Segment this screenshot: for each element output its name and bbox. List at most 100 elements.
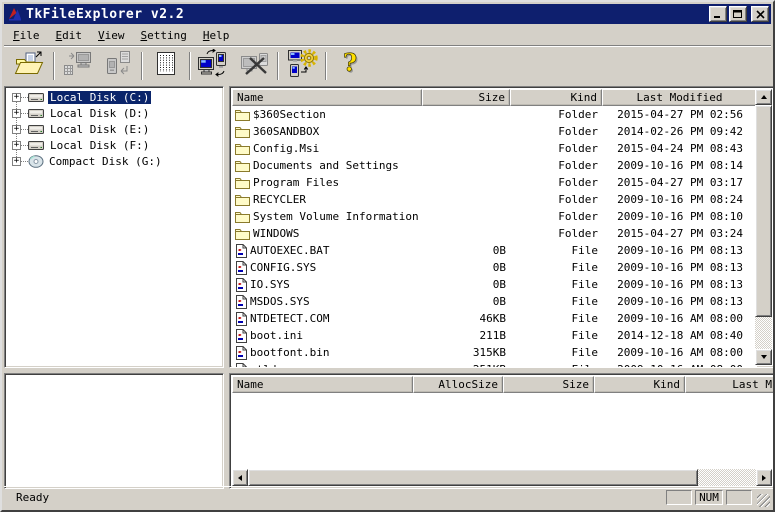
column-header-name[interactable]: Name — [232, 376, 413, 393]
file-row[interactable]: WINDOWSFolder2015-04-27 PM 03:24 — [232, 225, 757, 242]
folder-icon — [235, 142, 250, 155]
file-list-body[interactable]: $360SectionFolder2015-04-27 PM 02:56360S… — [232, 106, 757, 367]
file-row[interactable]: Program FilesFolder2015-04-27 PM 03:17 — [232, 174, 757, 191]
file-modified: 2009-10-16 PM 08:14 — [602, 159, 757, 172]
scroll-track[interactable] — [248, 469, 756, 486]
file-row[interactable]: Documents and SettingsFolder2009-10-16 P… — [232, 157, 757, 174]
resize-grip-icon[interactable] — [757, 494, 770, 507]
device-tree-panel[interactable] — [4, 373, 224, 489]
send-to-pc-button[interactable] — [58, 49, 98, 83]
minimize-button[interactable] — [709, 6, 727, 22]
file-modified: 2014-02-26 PM 09:42 — [602, 125, 757, 138]
tree-connector — [21, 97, 28, 98]
receive-from-device-button[interactable] — [98, 49, 138, 83]
column-header-last-modified[interactable]: Last Modified — [602, 89, 757, 106]
column-header-size[interactable]: Size — [422, 89, 510, 106]
maximize-button[interactable] — [729, 6, 747, 22]
expand-plus-icon[interactable]: + — [12, 109, 21, 118]
toolbar-separator — [53, 52, 55, 80]
column-header-kind[interactable]: Kind — [510, 89, 602, 106]
menu-file[interactable]: File — [5, 27, 48, 44]
file-kind: Folder — [510, 142, 602, 155]
file-icon — [235, 363, 247, 368]
connect-device-button[interactable] — [194, 49, 234, 83]
file-icon — [235, 329, 247, 343]
file-row[interactable]: NTDETECT.COM46KBFile2009-10-16 AM 08:00 — [232, 310, 757, 327]
local-drive-tree-panel[interactable]: +Local Disk (C:)+Local Disk (D:)+Local D… — [4, 86, 224, 368]
expand-plus-icon[interactable]: + — [12, 125, 21, 134]
file-name-cell: MSDOS.SYS — [232, 295, 422, 309]
file-row[interactable]: $360SectionFolder2015-04-27 PM 02:56 — [232, 106, 757, 123]
device-file-list-panel[interactable]: NameAllocSizeSizeKindLast M — [229, 373, 775, 489]
menu-help[interactable]: Help — [195, 27, 238, 44]
window-title: TkFileExplorer v2.2 — [26, 7, 707, 22]
close-button[interactable] — [751, 6, 769, 22]
file-row[interactable]: boot.ini211BFile2014-12-18 AM 08:40 — [232, 327, 757, 344]
local-file-list-panel[interactable]: NameSizeKindLast Modified $360SectionFol… — [229, 86, 775, 368]
file-kind: File — [510, 261, 602, 274]
tree-item-local-disk-f[interactable]: +Local Disk (F:) — [12, 137, 221, 153]
tree-connector — [21, 145, 28, 146]
file-row[interactable]: AUTOEXEC.BAT0BFile2009-10-16 PM 08:13 — [232, 242, 757, 259]
file-size: 0B — [422, 295, 510, 308]
file-row[interactable]: System Volume InformationFolder2009-10-1… — [232, 208, 757, 225]
file-modified: 2014-12-18 AM 08:40 — [602, 329, 757, 342]
disconnect-device-button[interactable] — [234, 49, 274, 83]
file-row[interactable]: bootfont.bin315KBFile2009-10-16 AM 08:00 — [232, 344, 757, 361]
tree-item-local-disk-c[interactable]: +Local Disk (C:) — [12, 89, 221, 105]
scroll-thumb[interactable] — [248, 469, 698, 486]
file-name-cell: Documents and Settings — [232, 159, 422, 172]
folder-icon — [235, 176, 250, 189]
help-button[interactable]: ?? — [330, 49, 370, 83]
expand-plus-icon[interactable]: + — [12, 157, 21, 166]
disk-drive-icon — [28, 139, 45, 151]
scroll-thumb[interactable] — [755, 105, 772, 317]
scroll-down-button[interactable] — [755, 349, 772, 365]
file-row[interactable]: RECYCLERFolder2009-10-16 PM 08:24 — [232, 191, 757, 208]
column-header-kind[interactable]: Kind — [594, 376, 685, 393]
column-header-name[interactable]: Name — [232, 89, 422, 106]
svg-text:?: ? — [343, 50, 357, 77]
toolbar-separator — [325, 52, 327, 80]
open-folder-icon — [14, 50, 46, 81]
column-header-last-m[interactable]: Last M — [685, 376, 775, 393]
file-icon — [235, 312, 247, 326]
expand-plus-icon[interactable]: + — [12, 141, 21, 150]
title-bar[interactable]: TkFileExplorer v2.2 — [4, 4, 771, 24]
file-row[interactable]: Config.MsiFolder2015-04-24 PM 08:43 — [232, 140, 757, 157]
open-folder-button[interactable] — [10, 49, 50, 83]
tree-item-compact-disk-g[interactable]: +Compact Disk (G:) — [12, 153, 221, 169]
scroll-track[interactable] — [755, 105, 772, 349]
menu-setting[interactable]: Setting — [133, 27, 195, 44]
file-row[interactable]: ntldr251KBFile2009-10-16 AM 08:00 — [232, 361, 757, 367]
scroll-up-button[interactable] — [755, 89, 772, 105]
file-kind: Folder — [510, 193, 602, 206]
file-row[interactable]: MSDOS.SYS0BFile2009-10-16 PM 08:13 — [232, 293, 757, 310]
column-header-allocsize[interactable]: AllocSize — [413, 376, 503, 393]
list-view-button[interactable] — [146, 49, 186, 83]
scroll-right-button[interactable] — [756, 469, 772, 486]
file-name: CONFIG.SYS — [250, 261, 316, 274]
status-cell-num: NUM — [695, 490, 723, 505]
disk-drive-icon — [28, 123, 45, 135]
file-name: 360SANDBOX — [253, 125, 319, 138]
sync-settings-button[interactable] — [282, 49, 322, 83]
folder-icon — [235, 125, 250, 138]
tree-item-local-disk-d[interactable]: +Local Disk (D:) — [12, 105, 221, 121]
file-row[interactable]: CONFIG.SYS0BFile2009-10-16 PM 08:13 — [232, 259, 757, 276]
expand-plus-icon[interactable]: + — [12, 93, 21, 102]
device-list-body[interactable] — [232, 393, 774, 471]
status-cell-caps — [666, 490, 692, 505]
menu-edit[interactable]: Edit — [48, 27, 91, 44]
file-name-cell: bootfont.bin — [232, 346, 422, 360]
file-row[interactable]: IO.SYS0BFile2009-10-16 PM 08:13 — [232, 276, 757, 293]
file-modified: 2009-10-16 AM 08:00 — [602, 346, 757, 359]
file-row[interactable]: 360SANDBOXFolder2014-02-26 PM 09:42 — [232, 123, 757, 140]
column-header-size[interactable]: Size — [503, 376, 594, 393]
arrow-right-icon — [762, 475, 766, 481]
scroll-left-button[interactable] — [232, 469, 248, 486]
tree-item-local-disk-e[interactable]: +Local Disk (E:) — [12, 121, 221, 137]
disk-drive-icon — [28, 91, 45, 103]
menu-view[interactable]: View — [90, 27, 133, 44]
file-name: WINDOWS — [253, 227, 299, 240]
